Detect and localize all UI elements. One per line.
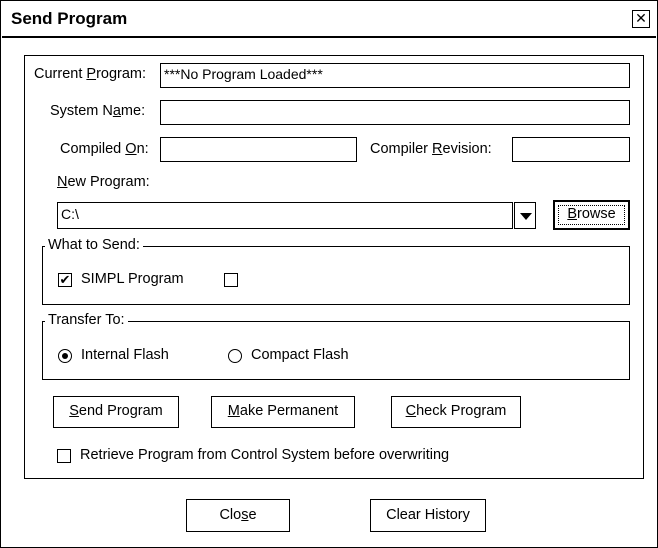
internal-flash-radio[interactable]: [58, 349, 72, 363]
current-program-label: Current Program:: [34, 66, 147, 82]
what-to-send-legend: What to Send:: [45, 237, 143, 253]
internal-flash-label: Internal Flash: [81, 347, 169, 363]
new-program-label: New Program:: [57, 174, 150, 190]
compiled-on-label: Compiled On:: [60, 141, 149, 157]
browse-button[interactable]: Browse: [553, 200, 630, 230]
system-name-field[interactable]: [160, 100, 630, 125]
check-program-button[interactable]: Check Program: [391, 396, 521, 428]
retrieve-checkbox[interactable]: [57, 449, 71, 463]
transfer-to-group: Transfer To: Internal Flash Compact Flas…: [42, 312, 630, 380]
clear-history-button[interactable]: Clear History: [370, 499, 486, 532]
new-program-combo[interactable]: C:\: [57, 202, 513, 229]
retrieve-label: Retrieve Program from Control System bef…: [80, 447, 450, 463]
what-to-send-group: What to Send: ✔ SIMPL Program: [42, 237, 630, 305]
compact-flash-radio[interactable]: [228, 349, 242, 363]
program-info-group: Current Program: ***No Program Loaded***…: [24, 55, 644, 479]
simpl-program-label: SIMPL Program: [81, 271, 184, 287]
dialog-title: Send Program: [11, 9, 128, 28]
second-send-checkbox[interactable]: [224, 273, 238, 287]
compiler-revision-label: Compiler Revision:: [370, 141, 492, 157]
compiled-on-field[interactable]: [160, 137, 357, 162]
send-program-button[interactable]: Send Program: [53, 396, 179, 428]
compiler-revision-field[interactable]: [512, 137, 630, 162]
title-bar: Send Program ✕: [2, 2, 656, 38]
send-program-dialog: Send Program ✕ Current Program: ***No Pr…: [0, 0, 658, 548]
system-name-label: System Name:: [50, 103, 146, 119]
current-program-field[interactable]: ***No Program Loaded***: [160, 63, 630, 88]
compact-flash-label: Compact Flash: [251, 347, 349, 363]
make-permanent-button[interactable]: Make Permanent: [211, 396, 355, 428]
transfer-to-legend: Transfer To:: [45, 312, 128, 328]
new-program-dropdown-button[interactable]: [514, 202, 536, 229]
close-icon[interactable]: ✕: [632, 10, 650, 28]
close-button[interactable]: Close: [186, 499, 290, 532]
simpl-program-checkbox[interactable]: ✔: [58, 273, 72, 287]
chevron-down-icon: [520, 213, 532, 220]
